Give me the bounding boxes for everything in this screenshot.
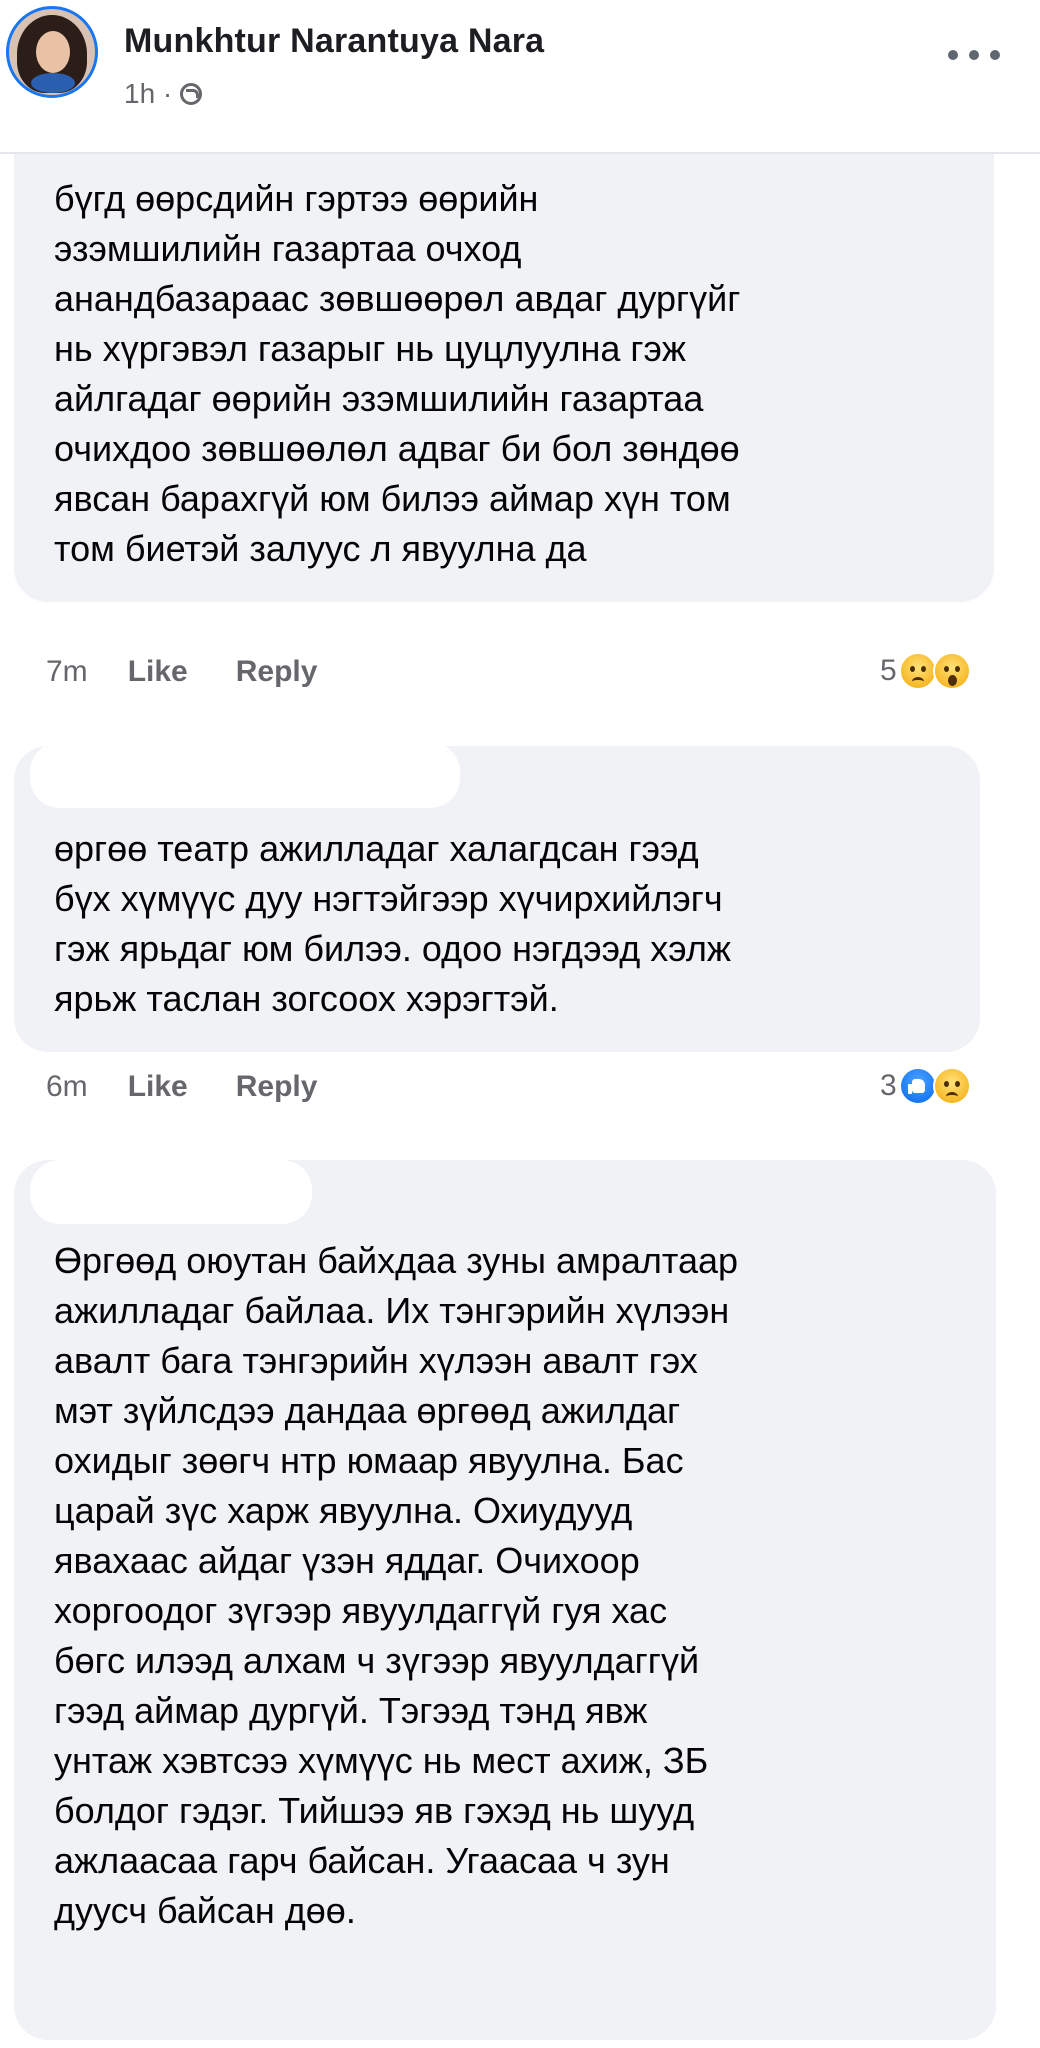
- comment-text: Өргөөд оюутан байхдаа зуны амралтаар ажи…: [54, 1240, 739, 1931]
- post-meta: 1h ·: [124, 78, 203, 110]
- post-header: Munkhtur Narantuya Nara 1h ·: [0, 0, 1040, 154]
- comment-text: бүгд өөрсдийн гэртээ өөрийн эзэмшилийн г…: [54, 178, 741, 569]
- post-time[interactable]: 1h ·: [124, 78, 172, 110]
- avatar-badge-shape: [31, 73, 75, 93]
- comment-actions: 6m Like Reply: [46, 1070, 365, 1104]
- reaction-summary[interactable]: 5: [880, 652, 971, 690]
- author-avatar[interactable]: [6, 6, 98, 98]
- more-options-button[interactable]: [948, 40, 1000, 70]
- reaction-count: 5: [880, 654, 897, 687]
- comment-bubble: Өргөөд оюутан байхдаа зуны амралтаар ажи…: [14, 1160, 996, 2040]
- redacted-commenter-name: [30, 742, 460, 808]
- sad-reaction-icon: [932, 1067, 971, 1105]
- like-reaction-icon: [898, 1067, 937, 1105]
- author-name[interactable]: Munkhtur Narantuya Nara: [124, 22, 544, 61]
- reaction-summary[interactable]: 3: [880, 1067, 971, 1105]
- wow-reaction-icon: [932, 652, 971, 690]
- comment-time[interactable]: 7m: [46, 655, 88, 689]
- avatar-face-shape: [36, 31, 70, 73]
- reaction-count: 3: [880, 1069, 897, 1102]
- reply-button[interactable]: Reply: [236, 1070, 318, 1104]
- comment-actions: 7m Like Reply: [46, 655, 365, 689]
- comment-text: өргөө театр ажилладаг халагдсан гээд бүх…: [54, 828, 731, 1019]
- like-button[interactable]: Like: [128, 655, 188, 689]
- comment-time[interactable]: 6m: [46, 1070, 88, 1104]
- redacted-commenter-name: [30, 1160, 312, 1224]
- more-dot: [969, 50, 979, 60]
- comment-bubble: бүгд өөрсдийн гэртээ өөрийн эзэмшилийн г…: [14, 120, 994, 602]
- more-dot: [990, 50, 1000, 60]
- like-button[interactable]: Like: [128, 1070, 188, 1104]
- globe-icon: [180, 83, 203, 105]
- reply-button[interactable]: Reply: [236, 655, 318, 689]
- more-dot: [948, 50, 958, 60]
- sad-reaction-icon: [898, 652, 937, 690]
